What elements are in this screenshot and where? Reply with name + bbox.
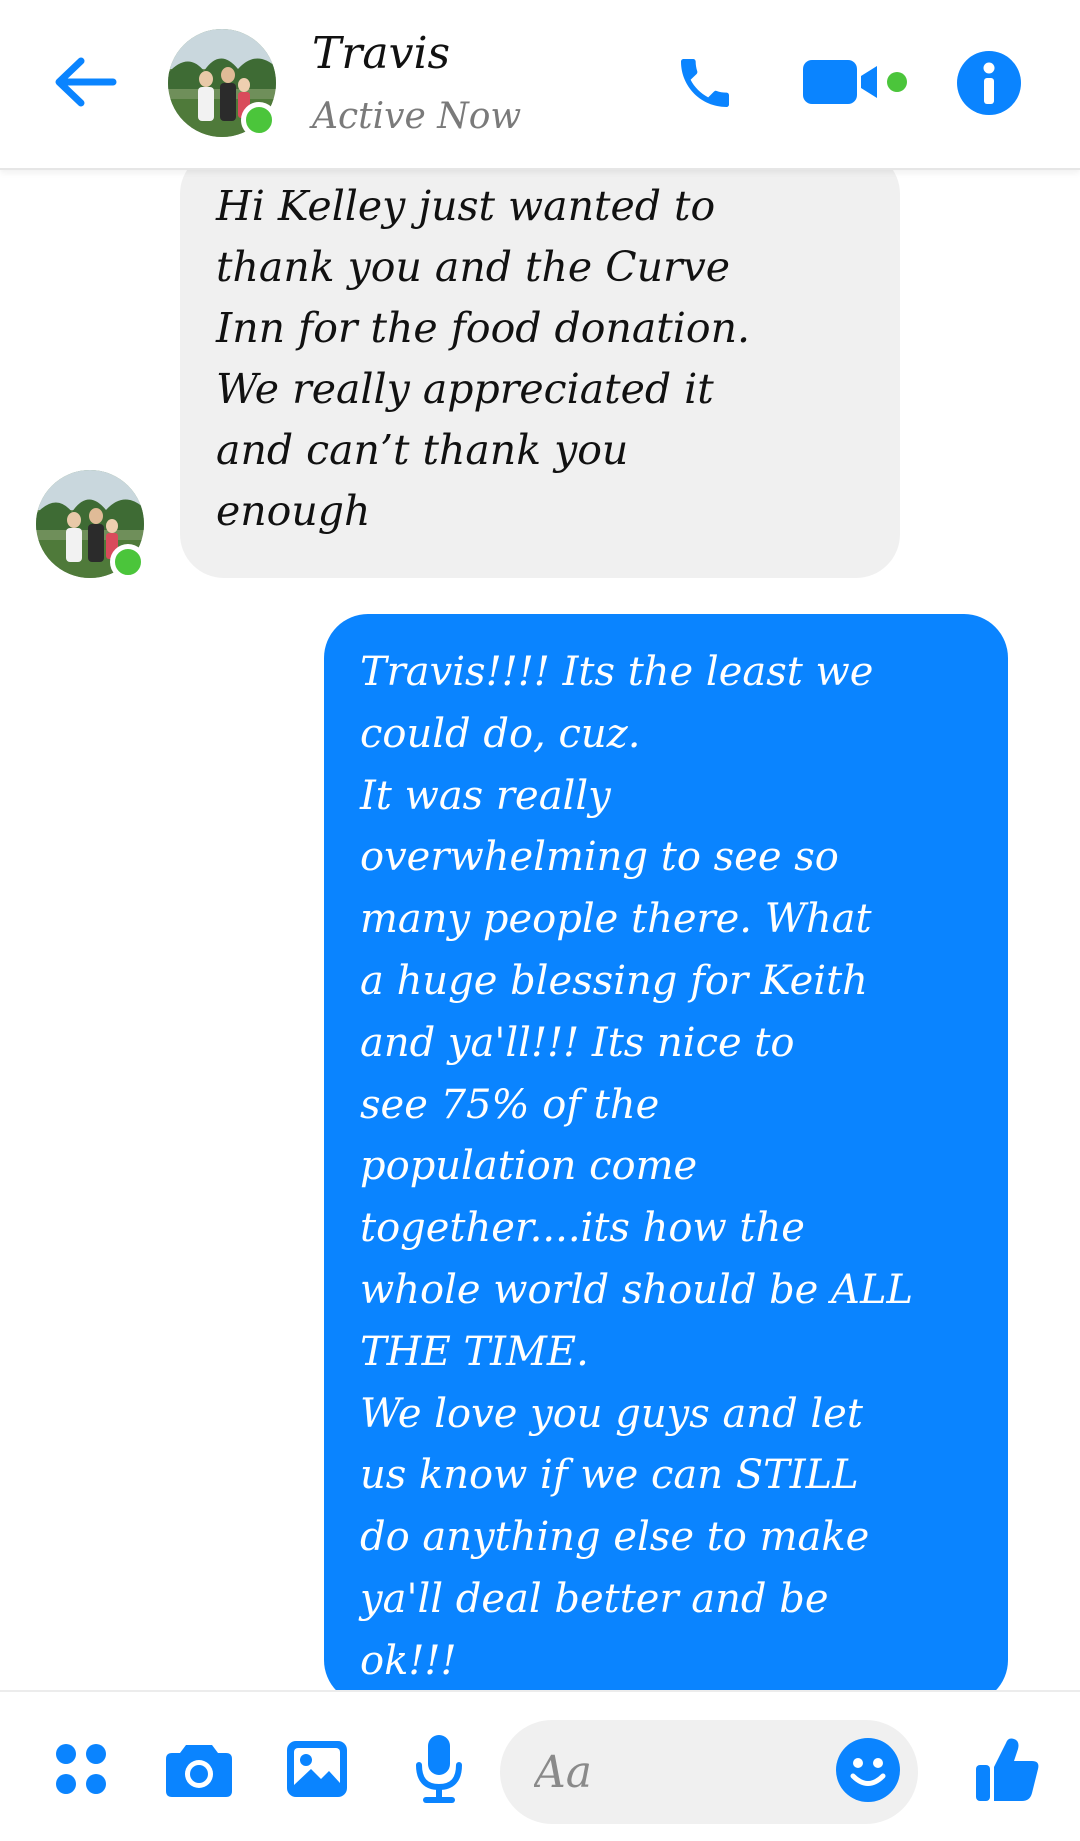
microphone-icon	[413, 1733, 465, 1810]
active-status-text: Active Now	[312, 96, 522, 137]
conversation-header: Travis Active Now	[0, 0, 1080, 170]
arrow-left-icon	[51, 55, 117, 114]
camera-button[interactable]	[158, 1730, 240, 1812]
voice-clip-button[interactable]	[398, 1728, 480, 1814]
info-icon	[956, 50, 1022, 121]
emoji-button[interactable]	[826, 1730, 910, 1814]
four-dots-icon	[53, 1741, 109, 1802]
contact-name[interactable]: Travis	[312, 28, 450, 79]
incoming-message-bubble[interactable]: Hi Kelley just wanted to thank you and t…	[180, 150, 900, 578]
outgoing-message-bubble[interactable]: Travis!!!! Its the least we could do, cu…	[324, 614, 1008, 1704]
info-button[interactable]	[944, 40, 1034, 130]
smiley-icon	[835, 1737, 901, 1808]
voice-call-button[interactable]	[660, 40, 750, 130]
back-button[interactable]	[44, 44, 124, 124]
message-composer	[0, 1690, 1080, 1841]
thumbs-up-icon	[974, 1735, 1040, 1808]
gallery-button[interactable]	[276, 1730, 358, 1812]
image-icon	[285, 1739, 349, 1804]
phone-icon	[673, 51, 737, 120]
more-actions-button[interactable]	[40, 1730, 122, 1812]
active-status-dot	[241, 102, 277, 138]
active-status-dot	[110, 544, 146, 580]
like-button[interactable]	[962, 1726, 1052, 1816]
camera-icon	[164, 1739, 234, 1804]
message-thread[interactable]: Hi Kelley just wanted to thank you and t…	[0, 0, 1080, 1839]
video-camera-icon	[801, 54, 911, 115]
video-call-button[interactable]	[796, 44, 916, 124]
